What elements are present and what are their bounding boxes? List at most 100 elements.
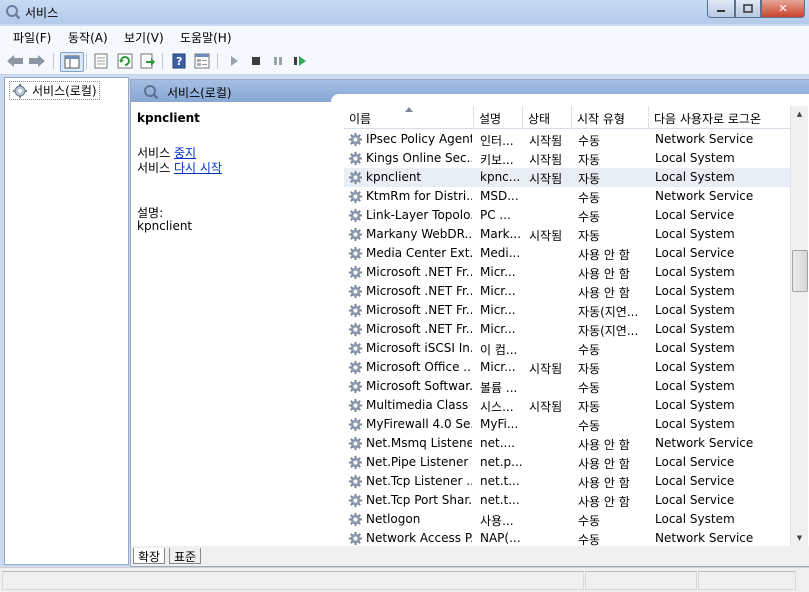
cell-desc: 키보... bbox=[480, 153, 514, 167]
cell-status: 시작됨 bbox=[529, 134, 563, 148]
cell-startup: 수동 bbox=[578, 134, 601, 148]
status-segment-main bbox=[2, 571, 584, 590]
minimize-button[interactable] bbox=[707, 0, 735, 18]
cell-name: Microsoft iSCSI In... bbox=[366, 341, 472, 355]
cell-desc: Medi... bbox=[480, 246, 521, 260]
vertical-scrollbar[interactable]: ▲ ▼ bbox=[790, 106, 808, 546]
cell-startup: 사용 안 함 bbox=[578, 457, 630, 471]
table-row[interactable]: Net.Tcp Port Shar... net.t... 사용 안 함 Local … bbox=[344, 491, 790, 510]
service-gear-icon bbox=[348, 474, 363, 489]
cell-logon: Network Service bbox=[655, 436, 754, 450]
table-row[interactable]: MyFirewall 4.0 Se... MyFi... 수동 Local Syste… bbox=[344, 415, 790, 434]
scroll-down-button[interactable]: ▼ bbox=[791, 530, 808, 546]
table-row[interactable]: Net.Tcp Listener ... net.t... 사용 안 함 Local … bbox=[344, 472, 790, 491]
properties-button[interactable] bbox=[193, 52, 211, 70]
scroll-thumb[interactable] bbox=[792, 250, 808, 292]
table-row[interactable]: Microsoft Softwar... 볼륨 ... 수동 Local System bbox=[344, 377, 790, 396]
restart-icon bbox=[294, 56, 306, 66]
cell-desc: NAP(... bbox=[480, 531, 521, 545]
table-row[interactable]: Net.Pipe Listener ... net.p... 사용 안 함 Local… bbox=[344, 453, 790, 472]
cell-desc: 인터... bbox=[480, 134, 514, 148]
column-header-name[interactable]: 이름 bbox=[344, 106, 474, 129]
table-row[interactable]: Netlogon 사용... 수동 Local System bbox=[344, 510, 790, 529]
cell-startup: 자동 bbox=[578, 172, 601, 186]
cell-status: 시작됨 bbox=[529, 362, 563, 376]
restart-service-link[interactable]: 다시 시작 bbox=[174, 161, 222, 175]
action-restart-line: 서비스 다시 시작 bbox=[137, 161, 222, 175]
stop-service-link[interactable]: 중지 bbox=[174, 146, 196, 160]
cell-desc: Micr... bbox=[480, 303, 516, 317]
help-button[interactable]: ? bbox=[170, 52, 188, 70]
cell-logon: Local System bbox=[655, 512, 735, 526]
cell-desc: MyFi... bbox=[480, 417, 519, 431]
tab-standard[interactable]: 표준 bbox=[169, 548, 202, 564]
export-list-button[interactable] bbox=[92, 52, 110, 70]
close-button[interactable]: ✕ bbox=[761, 0, 805, 18]
table-row[interactable]: Link-Layer Topolo... PC ... 수동 Local Servic… bbox=[344, 206, 790, 225]
column-header-logon-as[interactable]: 다음 사용자로 로그온 bbox=[649, 106, 790, 129]
tab-extended[interactable]: 확장 bbox=[133, 548, 166, 564]
show-console-tree-button[interactable] bbox=[60, 52, 84, 72]
column-header-status[interactable]: 상태 bbox=[523, 106, 572, 129]
scroll-up-button[interactable]: ▲ bbox=[791, 106, 808, 122]
cell-desc: PC ... bbox=[480, 208, 511, 222]
cell-name: Microsoft .NET Fr... bbox=[366, 303, 472, 317]
service-list: 이름 설명 상태 시작 유형 다음 사용자로 로그온 IPsec Policy … bbox=[344, 106, 790, 546]
cell-desc: Micr... bbox=[480, 284, 516, 298]
forward-button[interactable] bbox=[28, 52, 46, 70]
cell-logon: Local Service bbox=[655, 474, 735, 488]
cell-logon: Local System bbox=[655, 341, 735, 355]
service-gear-icon bbox=[348, 151, 363, 166]
back-button[interactable] bbox=[6, 52, 24, 70]
maximize-button[interactable] bbox=[735, 0, 761, 18]
selected-service-name: kpnclient bbox=[137, 111, 200, 125]
table-row[interactable]: Microsoft .NET Fr... Micr... 사용 안 함 Local S… bbox=[344, 282, 790, 301]
cell-startup: 수동 bbox=[578, 381, 601, 395]
export-button[interactable] bbox=[139, 52, 157, 70]
column-header-startup-type[interactable]: 시작 유형 bbox=[572, 106, 649, 129]
tree-item-services-local[interactable]: 서비스(로컬) bbox=[9, 81, 100, 100]
cell-startup: 수동 bbox=[578, 514, 601, 528]
menu-action[interactable]: 동작(A) bbox=[68, 29, 108, 46]
cell-name: Netlogon bbox=[366, 512, 421, 526]
table-row[interactable]: Net.Msmq Listene... net.... 사용 안 함 Network … bbox=[344, 434, 790, 453]
column-header-description[interactable]: 설명 bbox=[474, 106, 523, 129]
menu-file[interactable]: 파일(F) bbox=[13, 29, 51, 46]
table-row[interactable]: IPsec Policy Agent 인터... 시작됨 수동 Network Serv… bbox=[344, 130, 790, 149]
table-row[interactable]: Microsoft Office ... Micr... 시작됨 자동 Local Sy… bbox=[344, 358, 790, 377]
table-row[interactable]: Microsoft iSCSI In... 이 컴... 수동 Local Syste… bbox=[344, 339, 790, 358]
cell-name: Net.Tcp Listener ... bbox=[366, 474, 472, 488]
cell-startup: 수동 bbox=[578, 419, 601, 433]
cell-name: Microsoft Softwar... bbox=[366, 379, 472, 393]
menu-view[interactable]: 보기(V) bbox=[124, 29, 164, 46]
menu-help[interactable]: 도움말(H) bbox=[180, 29, 232, 46]
services-icon bbox=[13, 83, 27, 98]
service-gear-icon bbox=[348, 398, 363, 413]
table-row[interactable]: Multimedia Class ... 시스... 시작됨 자동 Local Syst… bbox=[344, 396, 790, 415]
restart-service-button[interactable] bbox=[291, 52, 309, 70]
table-row[interactable]: kpnclient kpnc... 시작됨 자동 Local System bbox=[344, 168, 790, 187]
table-row[interactable]: Microsoft .NET Fr... Micr... 자동(지연... Local… bbox=[344, 301, 790, 320]
cell-logon: Local System bbox=[655, 227, 735, 241]
maximize-icon bbox=[743, 4, 753, 13]
stop-service-button[interactable] bbox=[247, 52, 265, 70]
service-gear-icon bbox=[348, 531, 363, 546]
cell-desc: net.... bbox=[480, 436, 515, 450]
table-row[interactable]: Network Access P... NAP(... 수동 Network Serv… bbox=[344, 529, 790, 546]
start-service-button[interactable] bbox=[225, 52, 243, 70]
cell-logon: Local System bbox=[655, 417, 735, 431]
view-tabs: 확장 표준 bbox=[131, 546, 809, 566]
refresh-button[interactable] bbox=[116, 52, 134, 70]
pause-service-button[interactable] bbox=[269, 52, 287, 70]
table-row[interactable]: KtmRm for Distri... MSD... 수동 Network Servi… bbox=[344, 187, 790, 206]
document-icon bbox=[94, 53, 108, 69]
cell-desc: kpnc... bbox=[480, 170, 521, 184]
status-bar bbox=[0, 567, 809, 592]
table-row[interactable]: Markany WebDR... Mark... 시작됨 자동 Local System bbox=[344, 225, 790, 244]
table-row[interactable]: Microsoft .NET Fr... Micr... 사용 안 함 Local S… bbox=[344, 263, 790, 282]
table-row[interactable]: Microsoft .NET Fr... Micr... 자동(지연... Local… bbox=[344, 320, 790, 339]
table-row[interactable]: Kings Online Sec... 키보... 시작됨 자동 Local Syste… bbox=[344, 149, 790, 168]
service-gear-icon bbox=[348, 246, 363, 261]
service-gear-icon bbox=[348, 417, 363, 432]
table-row[interactable]: Media Center Ext... Medi... 사용 안 함 Local Se… bbox=[344, 244, 790, 263]
